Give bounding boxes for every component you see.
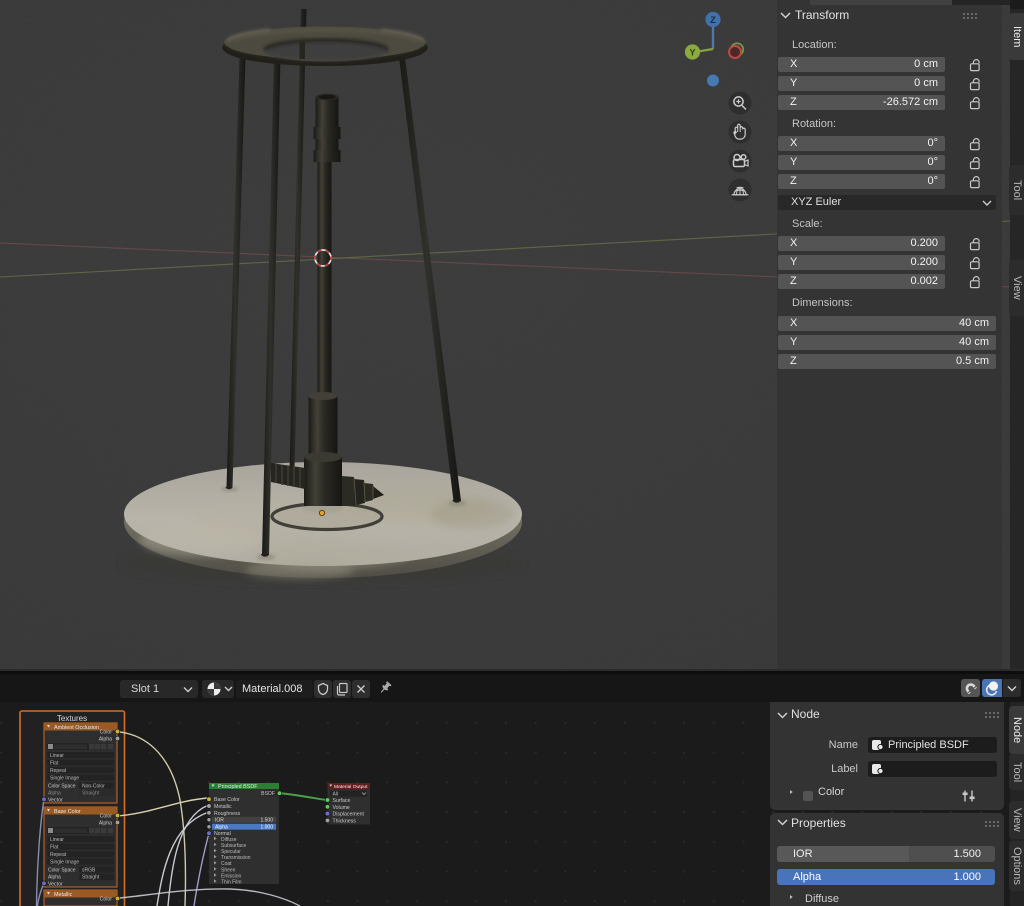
svg-text:Metallic: Metallic <box>214 804 232 810</box>
svg-text:IOR: IOR <box>215 818 224 824</box>
svg-text:Color: Color <box>100 896 113 902</box>
svg-text:Color: Color <box>100 729 113 735</box>
svg-text:Thin Film: Thin Film <box>221 880 242 886</box>
svg-text:Volume: Volume <box>333 805 350 811</box>
svg-text:Thickness: Thickness <box>333 818 357 824</box>
svg-text:Single Image: Single Image <box>50 776 79 782</box>
svg-text:Base Color: Base Color <box>54 809 81 815</box>
svg-text:Base Color: Base Color <box>214 797 240 803</box>
svg-text:Ambient Occlusion: Ambient Occlusion <box>54 725 99 731</box>
svg-text:Alpha: Alpha <box>48 875 61 881</box>
svg-text:Straight: Straight <box>82 791 100 797</box>
svg-text:Vector: Vector <box>48 881 63 887</box>
svg-text:Emission: Emission <box>221 873 242 879</box>
svg-text:Sheen: Sheen <box>221 867 236 873</box>
svg-text:Linear: Linear <box>50 837 64 843</box>
svg-text:Transmission: Transmission <box>221 855 251 861</box>
svg-text:1.000: 1.000 <box>260 825 273 831</box>
svg-text:Flat: Flat <box>50 845 59 851</box>
svg-text:Metallic: Metallic <box>54 892 73 898</box>
svg-text:1.500: 1.500 <box>260 818 273 824</box>
svg-text:Surface: Surface <box>333 798 351 804</box>
svg-text:Color Space: Color Space <box>48 867 76 873</box>
svg-text:Single Image: Single Image <box>50 860 79 866</box>
svg-text:Repeat: Repeat <box>50 852 67 858</box>
svg-text:BSDF: BSDF <box>261 791 275 797</box>
svg-text:Material Output: Material Output <box>334 784 368 790</box>
svg-text:Color: Color <box>100 813 113 819</box>
svg-text:sRGB: sRGB <box>82 867 96 873</box>
svg-text:Linear: Linear <box>50 753 64 759</box>
svg-text:Vector: Vector <box>48 797 63 803</box>
svg-text:Alpha: Alpha <box>99 736 112 742</box>
svg-text:Subsurface: Subsurface <box>221 843 247 849</box>
svg-text:Displacement: Displacement <box>333 812 365 818</box>
svg-text:Color Space: Color Space <box>48 783 76 789</box>
svg-text:Flat: Flat <box>50 761 59 767</box>
svg-text:Diffuse: Diffuse <box>221 837 237 843</box>
svg-text:Roughness: Roughness <box>214 811 241 817</box>
svg-text:Principled BSDF: Principled BSDF <box>218 784 258 790</box>
svg-text:Repeat: Repeat <box>50 768 67 774</box>
svg-text:Straight: Straight <box>82 875 100 881</box>
svg-text:Coat: Coat <box>221 861 232 867</box>
svg-text:Alpha: Alpha <box>99 820 112 826</box>
svg-text:Non-Color: Non-Color <box>82 783 105 789</box>
svg-text:Alpha: Alpha <box>48 791 61 797</box>
svg-text:Textures: Textures <box>57 714 87 723</box>
svg-text:Specular: Specular <box>221 849 241 855</box>
svg-text:Alpha: Alpha <box>215 825 228 831</box>
svg-text:All: All <box>333 792 339 798</box>
